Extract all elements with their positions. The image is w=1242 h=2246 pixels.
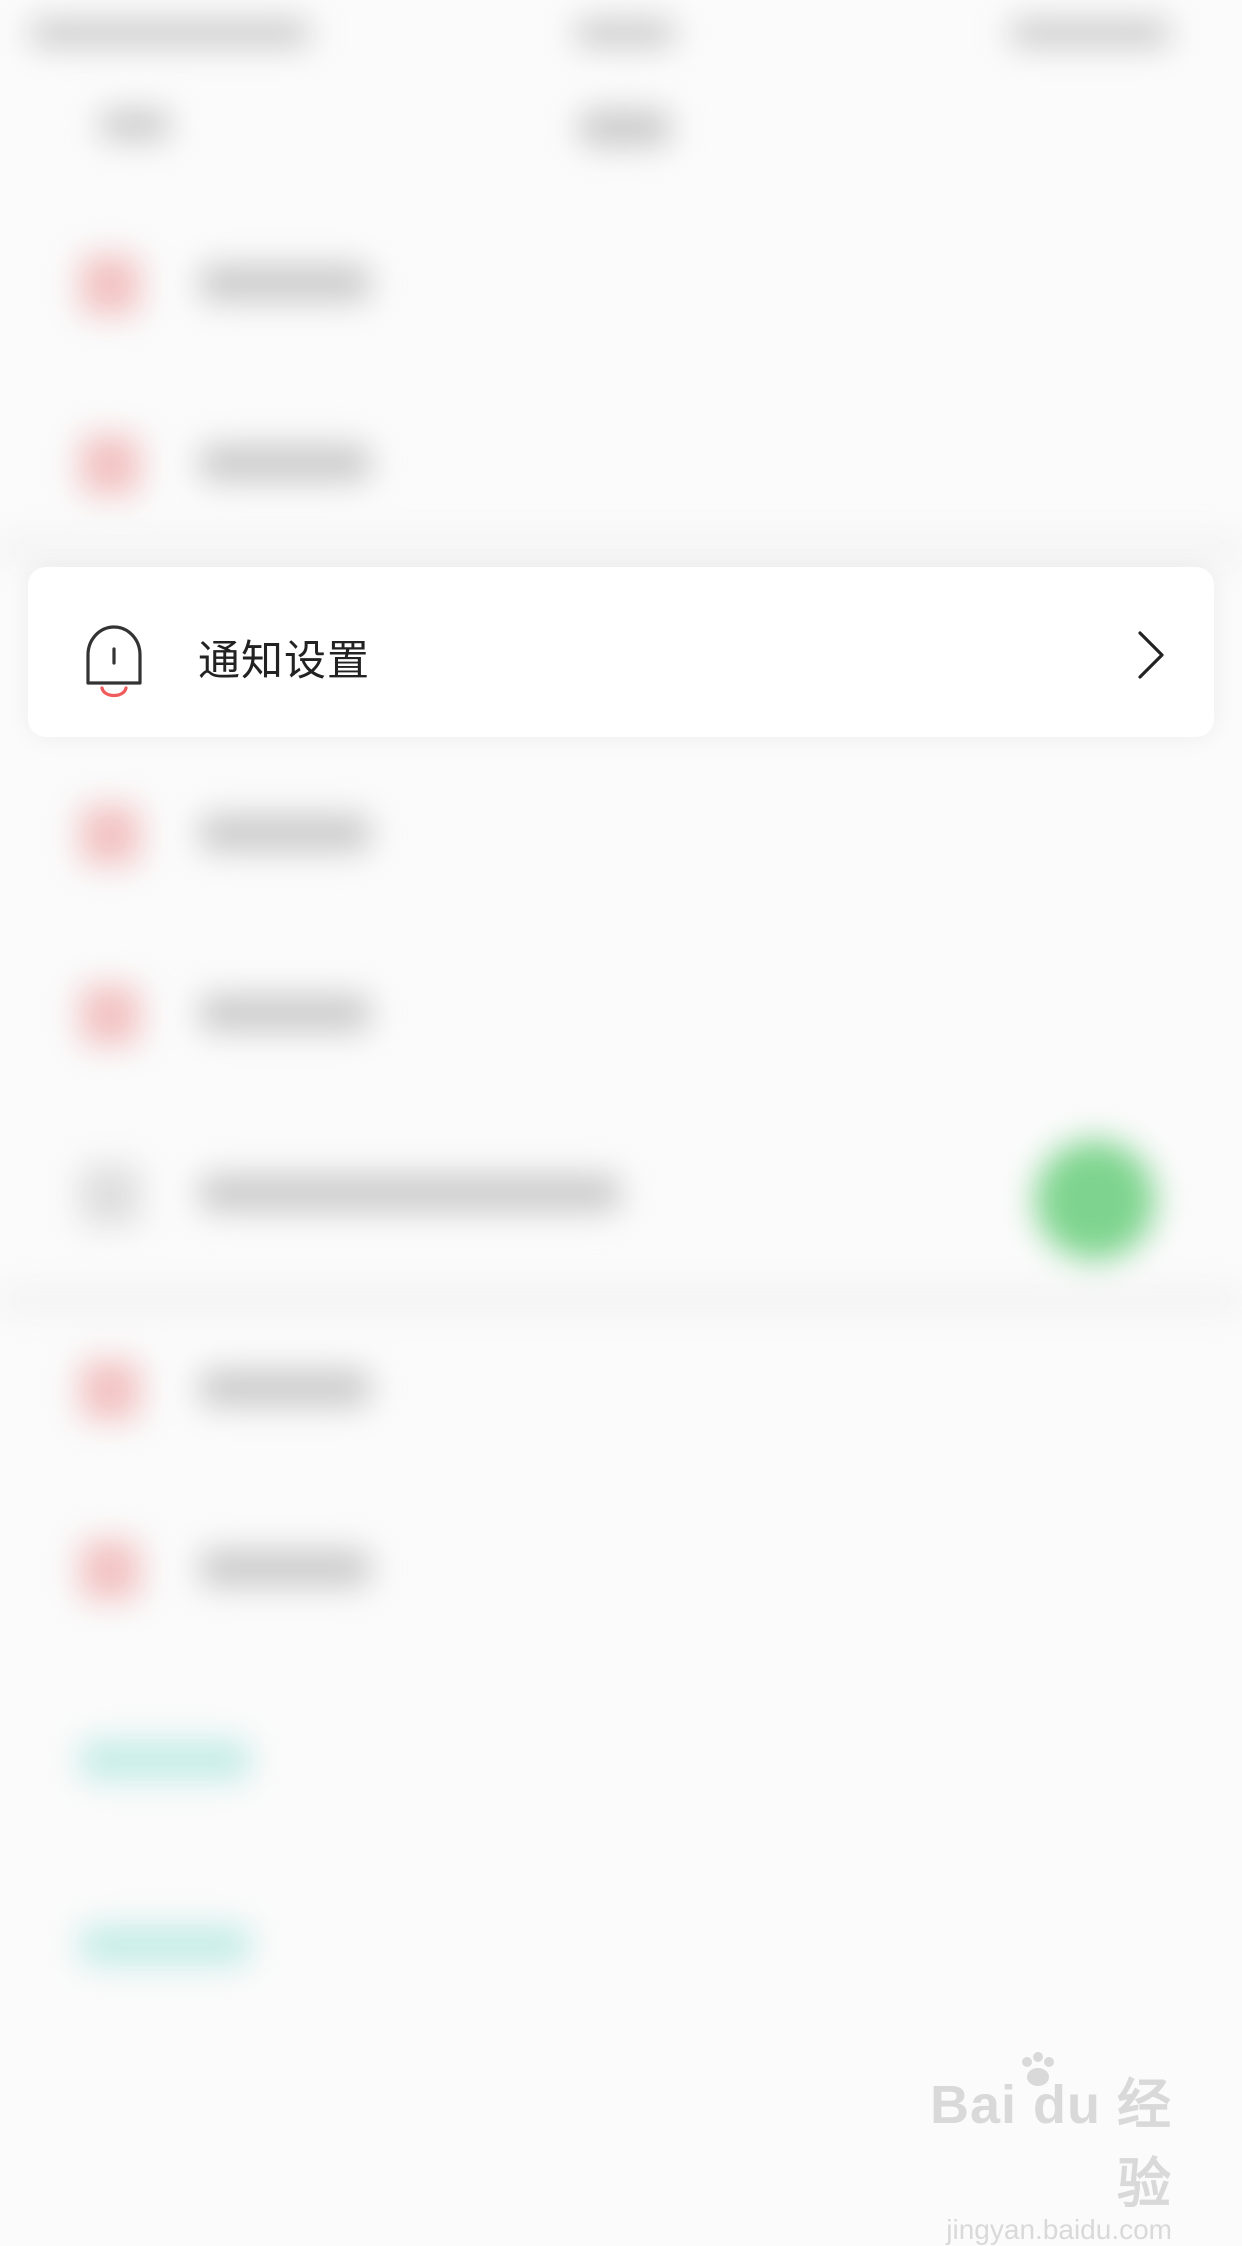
chevron-right-icon [1138, 631, 1164, 679]
baidu-watermark: Bai du 经验 jingyan.baidu.com [922, 2052, 1172, 2245]
blurred-background [0, 0, 1242, 2208]
notification-settings-row[interactable]: 通知设置 [28, 567, 1214, 737]
paw-logo-icon [1022, 2052, 1054, 2086]
watermark-url: jingyan.baidu.com [946, 2214, 1172, 2245]
notification-settings-label: 通知设置 [198, 636, 371, 685]
bell-icon [86, 625, 142, 698]
